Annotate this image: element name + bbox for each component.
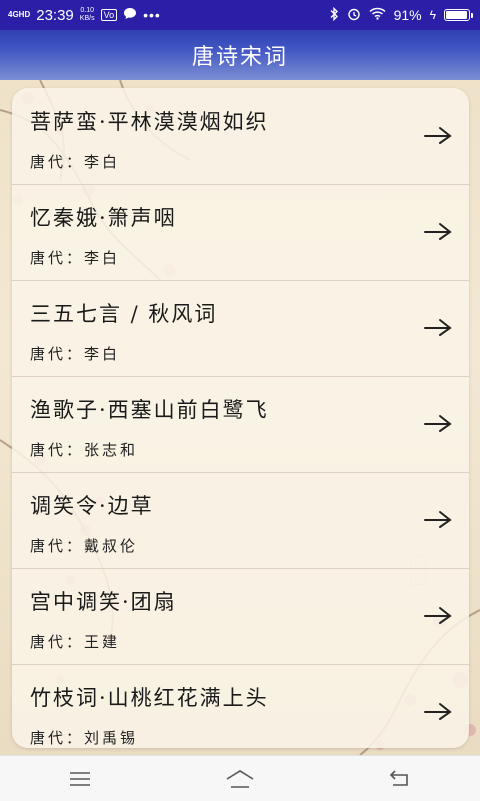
page-title: 唐诗宋词 (191, 45, 288, 70)
menu-icon (70, 771, 90, 786)
arrow-right-icon[interactable] (423, 220, 453, 242)
poem-list: 菩萨蛮·平林漠漠烟如织 唐代：李白 忆秦娥·箫声咽 唐代：李白 三五七言 / 秋… (12, 88, 469, 748)
alarm-icon (347, 7, 361, 24)
list-item[interactable]: 调笑令·边草 唐代：戴叔伦 (12, 472, 469, 569)
poem-title: 调笑令·边草 (30, 494, 154, 518)
arrow-right-icon[interactable] (423, 412, 453, 434)
chat-icon (123, 7, 137, 23)
system-nav-bar (0, 755, 480, 801)
poem-author: 唐代：李白 (30, 249, 121, 267)
poem-title: 菩萨蛮·平林漠漠烟如织 (30, 110, 269, 134)
arrow-right-icon[interactable] (423, 508, 453, 530)
poem-title: 竹枝词·山桃红花满上头 (30, 686, 269, 710)
poem-title: 宫中调笑·团扇 (30, 590, 177, 614)
list-item[interactable]: 三五七言 / 秋风词 唐代：李白 (12, 280, 469, 377)
network-speed-unit: KB/s (79, 15, 95, 22)
list-item[interactable]: 菩萨蛮·平林漠漠烟如织 唐代：李白 (12, 88, 469, 185)
bluetooth-icon (329, 6, 339, 24)
poem-author: 唐代：李白 (30, 345, 121, 363)
home-button[interactable] (220, 764, 260, 794)
arrow-right-icon[interactable] (423, 604, 453, 626)
list-item[interactable]: 忆秦娥·箫声咽 唐代：李白 (12, 184, 469, 281)
menu-button[interactable] (60, 764, 100, 794)
app-header: 唐诗宋词 (0, 30, 480, 80)
list-item[interactable]: 宫中调笑·团扇 唐代：王建 (12, 568, 469, 665)
back-icon (389, 769, 408, 786)
status-bar: 4GHD 23:39 0.10 KB/s Vo ••• 91% ϟ (0, 0, 480, 30)
network-indicator: 4GHD (8, 10, 31, 19)
poem-author: 唐代：张志和 (30, 441, 139, 459)
clock: 23:39 (36, 6, 74, 24)
arrow-right-icon[interactable] (423, 124, 453, 146)
back-button[interactable] (380, 764, 420, 794)
app-notification-icon: Vo (100, 9, 118, 21)
list-item[interactable]: 竹枝词·山桃红花满上头 唐代：刘禹锡 (12, 664, 469, 748)
more-notifications-icon: ••• (143, 7, 161, 23)
network-speed-value: 0.10 (80, 7, 94, 14)
poem-author: 唐代：戴叔伦 (30, 537, 139, 555)
poem-title: 三五七言 / 秋风词 (30, 302, 218, 326)
battery-percent: 91% (393, 7, 422, 23)
list-item[interactable]: 渔歌子·西塞山前白鹭飞 唐代：张志和 (12, 376, 469, 473)
poem-author: 唐代：王建 (30, 633, 121, 651)
home-icon (226, 769, 254, 788)
battery-icon (444, 9, 473, 21)
poem-title: 忆秦娥·箫声咽 (30, 206, 177, 230)
poem-author: 唐代：李白 (30, 153, 121, 171)
arrow-right-icon[interactable] (423, 316, 453, 338)
charging-icon: ϟ (429, 8, 436, 22)
arrow-right-icon[interactable] (423, 700, 453, 722)
network-speed: 0.10 KB/s (80, 7, 95, 23)
poem-author: 唐代：刘禹锡 (30, 729, 139, 747)
poem-title: 渔歌子·西塞山前白鹭飞 (30, 398, 269, 422)
wifi-icon (369, 7, 386, 23)
